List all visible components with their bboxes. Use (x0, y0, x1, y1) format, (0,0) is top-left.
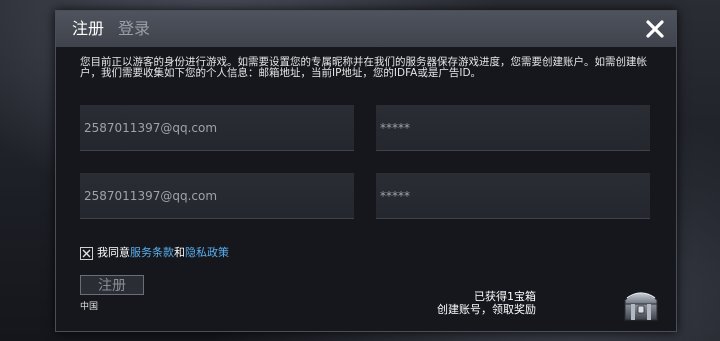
dialog-header: 注册 登录 (56, 11, 676, 47)
confirm-email-field[interactable] (80, 173, 354, 219)
confirm-email-input[interactable] (80, 173, 354, 218)
agree-checkbox[interactable] (80, 247, 93, 260)
region-label: 中国 (80, 302, 99, 312)
close-icon (646, 20, 664, 38)
tab-register[interactable]: 注册 (72, 17, 104, 41)
reward-line-1: 已获得1宝箱 (474, 290, 536, 303)
privacy-notice: 您目前正以游客的身份进行游戏。如需要设置您的专属昵称并在我们的服务器保存游戏进度… (80, 56, 647, 79)
privacy-policy-link[interactable]: 隐私政策 (185, 246, 229, 259)
reward-info: 已获得1宝箱 创建账号，领取奖励 (437, 290, 536, 316)
tab-login[interactable]: 登录 (118, 17, 150, 41)
treasure-chest[interactable] (619, 284, 663, 324)
email-field[interactable] (80, 105, 354, 151)
agreement-row: 我同意服务条款和隐私政策 (80, 246, 229, 260)
treasure-chest-icon (624, 292, 658, 321)
confirm-password-field[interactable] (376, 173, 650, 219)
password-field[interactable] (376, 105, 650, 151)
terms-of-service-link[interactable]: 服务条款 (130, 246, 174, 259)
password-input[interactable] (376, 105, 650, 150)
check-icon (82, 249, 91, 258)
email-input[interactable] (80, 105, 354, 150)
close-button[interactable] (642, 16, 668, 42)
register-button[interactable]: 注册 (80, 275, 144, 295)
reward-line-2: 创建账号，领取奖励 (437, 303, 536, 316)
agree-prefix: 我同意 (97, 246, 130, 259)
confirm-password-input[interactable] (376, 173, 650, 218)
agree-and: 和 (174, 246, 185, 259)
register-dialog: 注册 登录 您目前正以游客的身份进行游戏。如需要设置您的专属昵称并在我们的服务器… (55, 10, 677, 332)
